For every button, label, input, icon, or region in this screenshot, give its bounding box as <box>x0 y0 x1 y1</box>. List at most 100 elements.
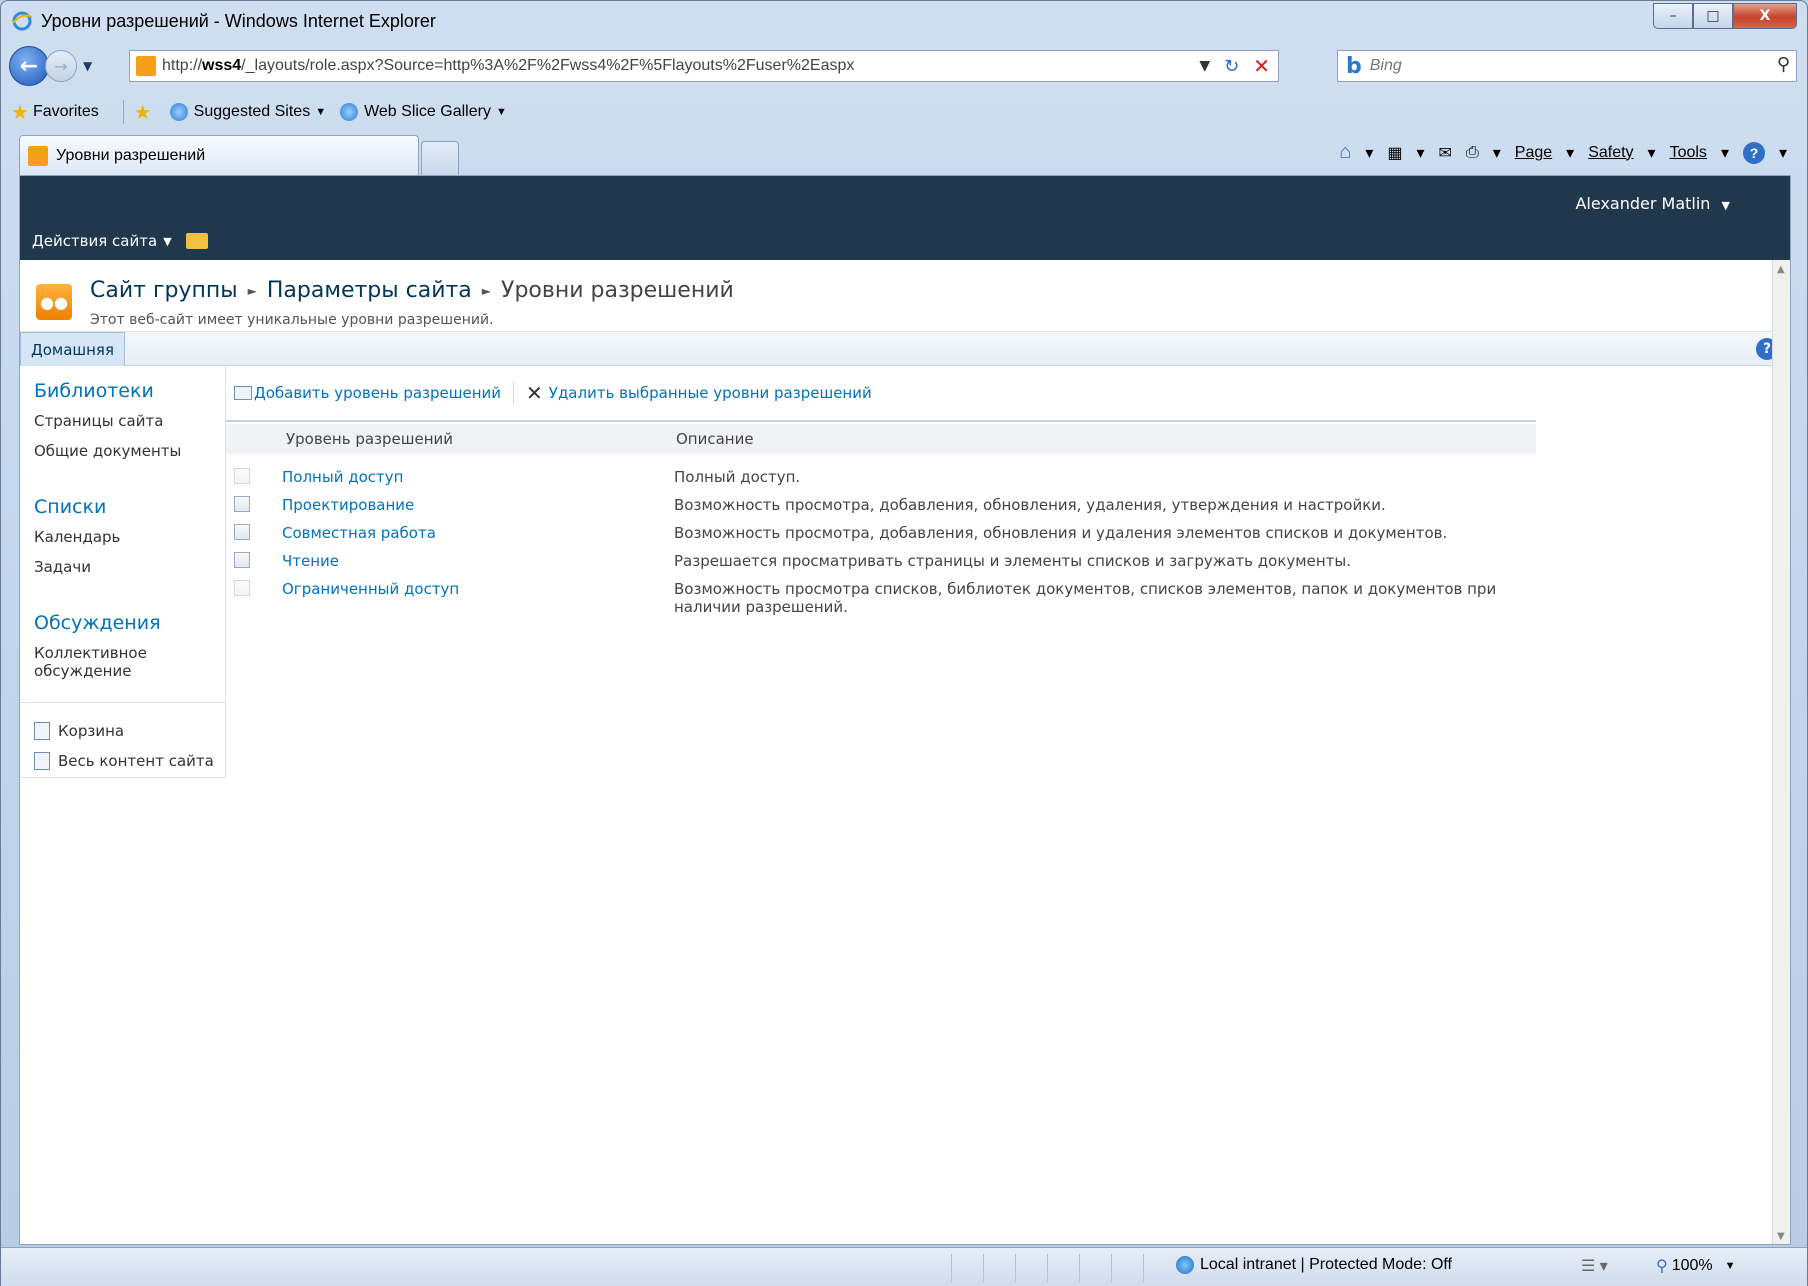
all-site-content-label: Весь контент сайта <box>58 752 214 770</box>
ql-item-shared-documents[interactable]: Общие документы <box>34 442 181 460</box>
help-icon[interactable]: ? <box>1742 141 1765 164</box>
suggested-sites-button[interactable]: Suggested Sites ▼ <box>169 103 326 121</box>
print-icon[interactable]: ⎙ <box>1466 144 1479 162</box>
search-box[interactable]: b ⚲ <box>1337 50 1797 82</box>
site-actions-label: Действия сайта <box>32 232 158 250</box>
back-button[interactable]: ← <box>9 46 49 86</box>
ql-heading-libraries[interactable]: Библиотеки <box>34 380 154 402</box>
maximize-button[interactable]: □ <box>1693 3 1733 29</box>
navigate-up-icon[interactable] <box>185 233 208 249</box>
site-actions-menu[interactable]: Действия сайта ▼ <box>32 232 208 250</box>
command-bar: ⌂ ▾ ▦ ▾ ✉ ⎙ ▾ Page ▾ Safety ▾ Tools ▾ ? … <box>1339 141 1787 164</box>
ql-item-tasks[interactable]: Задачи <box>34 558 91 576</box>
vertical-scrollbar[interactable]: ▲ ▼ <box>1772 260 1790 1244</box>
permission-level-description: Полный доступ. <box>674 468 801 486</box>
new-tab-button[interactable] <box>421 141 459 175</box>
ql-heading-lists[interactable]: Списки <box>34 496 106 518</box>
row-checkbox[interactable] <box>234 496 250 512</box>
row-checkbox[interactable] <box>234 524 250 540</box>
ql-all-site-content[interactable]: Весь контент сайта <box>34 752 214 770</box>
help-dropdown-icon[interactable]: ▾ <box>1779 143 1787 163</box>
permission-level-description: Возможность просмотра, добавления, обнов… <box>674 524 1448 542</box>
breadcrumb-settings[interactable]: Параметры сайта <box>267 278 472 303</box>
web-slice-icon <box>340 103 359 121</box>
security-zone[interactable]: Local intranet | Protected Mode: Off <box>1176 1256 1452 1274</box>
tab-home[interactable]: Домашняя <box>20 332 125 366</box>
permission-level-link[interactable]: Ограниченный доступ <box>282 580 459 598</box>
tab-permission-levels[interactable]: Уровни разрешений <box>19 135 419 175</box>
status-cell <box>951 1254 983 1282</box>
home-icon[interactable]: ⌂ <box>1339 141 1351 164</box>
breadcrumb-site[interactable]: Сайт группы <box>90 278 238 303</box>
scroll-down-icon[interactable]: ▼ <box>1777 1231 1785 1242</box>
table-row: Ограниченный доступ Возможность просмотр… <box>226 578 1790 626</box>
ql-item-site-pages[interactable]: Страницы сайта <box>34 412 163 430</box>
feeds-dropdown-icon[interactable]: ▾ <box>1417 143 1425 163</box>
row-checkbox[interactable] <box>234 552 250 568</box>
tools-menu[interactable]: Tools <box>1670 144 1707 162</box>
stop-icon[interactable]: ✕ <box>1253 54 1270 78</box>
scroll-up-icon[interactable]: ▲ <box>1777 264 1785 275</box>
window-title: Уровни разрешений - Windows Internet Exp… <box>41 10 436 31</box>
chevron-down-icon: ▼ <box>163 234 172 248</box>
permission-level-link[interactable]: Полный доступ <box>282 468 403 486</box>
row-checkbox <box>234 468 250 484</box>
url-text[interactable]: http://wss4/_layouts/role.aspx?Source=ht… <box>162 57 854 75</box>
ql-heading-discussions[interactable]: Обсуждения <box>34 612 161 634</box>
tab-row: Уровни разрешений ⌂ ▾ ▦ ▾ ✉ ⎙ ▾ Page ▾ S… <box>1 133 1807 175</box>
mail-icon[interactable]: ✉ <box>1439 143 1452 163</box>
title-bar: Уровни разрешений - Windows Internet Exp… <box>1 1 1807 41</box>
address-bar[interactable]: http://wss4/_layouts/role.aspx?Source=ht… <box>129 50 1279 82</box>
refresh-icon[interactable]: ↻ <box>1224 56 1239 77</box>
forward-button[interactable]: → <box>45 50 77 82</box>
star-icon: ★ <box>11 101 29 124</box>
table-row: Совместная работа Возможность просмотра,… <box>226 522 1790 550</box>
status-bar: Local intranet | Protected Mode: Off ☰ ▾… <box>1 1247 1807 1286</box>
web-slice-gallery-label: Web Slice Gallery <box>364 103 491 120</box>
ql-recycle-bin[interactable]: Корзина <box>34 722 124 740</box>
web-slice-gallery-button[interactable]: Web Slice Gallery ▼ <box>340 103 507 121</box>
search-input[interactable] <box>1369 57 1730 75</box>
permission-level-link[interactable]: Чтение <box>282 552 339 570</box>
security-zone-label: Local intranet | Protected Mode: Off <box>1200 1256 1452 1273</box>
table-row: Проектирование Возможность просмотра, до… <box>226 494 1790 522</box>
history-dropdown-icon[interactable]: ▼ <box>83 59 92 73</box>
site-logo-icon[interactable]: ●● <box>36 284 72 320</box>
internet-explorer-icon <box>12 11 33 31</box>
ql-separator <box>20 702 226 703</box>
home-dropdown-icon[interactable]: ▾ <box>1365 143 1373 163</box>
favorites-button[interactable]: ★ Favorites <box>11 100 99 125</box>
ql-item-team-discussion[interactable]: Коллективное обсуждение <box>34 644 194 680</box>
ql-item-calendar[interactable]: Календарь <box>34 528 120 546</box>
sharepoint-site-icon <box>28 145 48 166</box>
print-dropdown-icon[interactable]: ▾ <box>1493 143 1501 163</box>
list-header: Уровень разрешений Описание <box>226 424 1536 454</box>
status-cell <box>1111 1254 1143 1282</box>
address-dropdown-icon[interactable]: ▼ <box>1199 58 1210 74</box>
intranet-globe-icon <box>1176 1256 1194 1274</box>
zoom-control[interactable]: ⚲ 100% ▼ <box>1656 1256 1736 1276</box>
add-favorite-star-icon: ★ <box>133 101 152 124</box>
status-cell <box>1047 1254 1079 1282</box>
page-menu[interactable]: Page <box>1515 144 1552 162</box>
delete-permission-levels-button[interactable]: ✕ Удалить выбранные уровни разрешений <box>526 381 872 405</box>
bing-icon: b <box>1346 53 1362 79</box>
table-row: Чтение Разрешается просматривать страниц… <box>226 550 1790 578</box>
breadcrumb-separator-icon: ► <box>247 283 257 298</box>
zoom-level: 100% <box>1671 1257 1713 1274</box>
add-to-favorites-bar-button[interactable]: ★ <box>134 100 156 125</box>
permission-level-link[interactable]: Проектирование <box>282 496 414 514</box>
column-header-permission-level: Уровень разрешений <box>286 430 454 448</box>
permission-level-link[interactable]: Совместная работа <box>282 524 436 542</box>
toolbar-separator <box>513 382 515 404</box>
permission-level-description: Возможность просмотра, добавления, обнов… <box>674 496 1386 514</box>
feeds-icon[interactable]: ▦ <box>1387 143 1402 163</box>
user-menu[interactable]: Alexander Matlin ▼ <box>1575 194 1730 213</box>
protected-mode-icon[interactable]: ☰ ▾ <box>1581 1256 1608 1276</box>
add-permission-level-button[interactable]: Добавить уровень разрешений <box>234 384 501 402</box>
search-icon[interactable]: ⚲ <box>1777 54 1790 75</box>
safety-menu[interactable]: Safety <box>1588 144 1633 162</box>
close-button[interactable]: X <box>1733 3 1797 29</box>
chevron-down-icon: ▼ <box>1721 199 1730 212</box>
minimize-button[interactable]: – <box>1653 3 1693 29</box>
